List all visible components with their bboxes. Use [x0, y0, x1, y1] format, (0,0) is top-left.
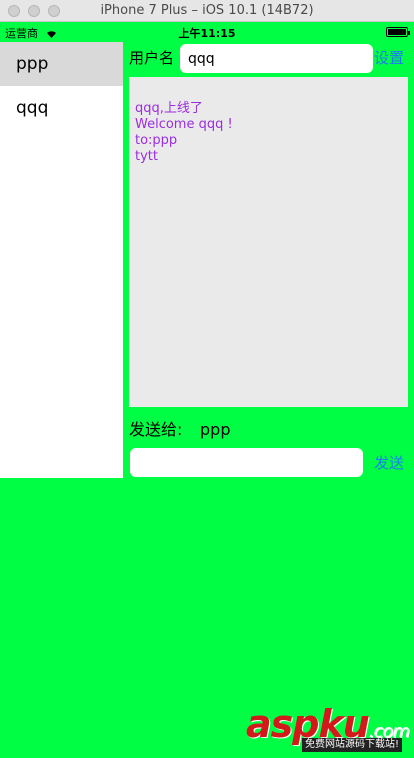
message-line: tytt [135, 149, 158, 164]
message-input[interactable] [130, 448, 363, 477]
site-watermark: aspku.com 免费网站源码下载站! [246, 704, 410, 752]
username-label: 用户名 [129, 49, 175, 67]
battery-icon [386, 27, 410, 37]
window-title: iPhone 7 Plus – iOS 10.1 (14B72) [100, 3, 314, 18]
chat-panel: 用户名 设置 qqq,上线了 Welcome qqq ! to:ppp tytt… [123, 42, 414, 478]
send-button[interactable]: 发送 [374, 453, 404, 473]
settings-button[interactable]: 设置 [374, 48, 404, 68]
message-line: Welcome qqq ! [135, 117, 233, 132]
message-log: qqq,上线了 Welcome qqq ! to:ppp tytt [129, 77, 408, 407]
username-input[interactable] [180, 44, 373, 73]
send-to-label: 发送给: [129, 420, 183, 439]
watermark-tagline: 免费网站源码下载站! [302, 738, 403, 752]
message-line: to:ppp [135, 133, 178, 148]
simulator-title-bar: iPhone 7 Plus – iOS 10.1 (14B72) [0, 0, 414, 22]
sidebar-item-ppp[interactable]: ppp [0, 42, 123, 86]
sidebar-item-qqq[interactable]: qqq [0, 86, 123, 130]
recipient-name: ppp [200, 420, 231, 439]
contact-list: ppp qqq [0, 42, 123, 478]
status-bar: 运营商 上午11:15 [0, 22, 414, 42]
status-time: 上午11:15 [178, 27, 236, 40]
message-line: qqq,上线了 [135, 101, 203, 116]
